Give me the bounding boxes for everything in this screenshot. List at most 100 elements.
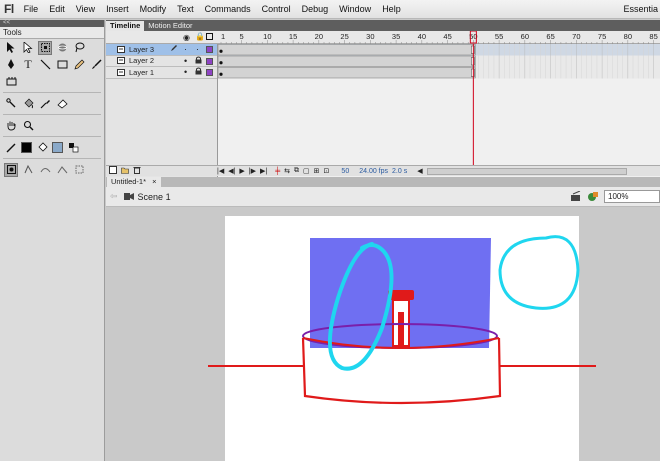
- rectangle-tool-icon[interactable]: [55, 58, 69, 72]
- frame-number-label: 20: [315, 32, 323, 41]
- layer-name[interactable]: Layer 1: [129, 68, 154, 77]
- menu-insert[interactable]: Insert: [106, 4, 129, 14]
- layer-outline-color[interactable]: [206, 69, 213, 76]
- elapsed-time[interactable]: 2.0 s: [392, 168, 407, 175]
- hand-tool-icon[interactable]: [4, 119, 18, 133]
- show-hide-all-icon[interactable]: ◉: [183, 33, 190, 42]
- frame-number-label: 70: [572, 32, 580, 41]
- edit-scene-icon[interactable]: [570, 190, 582, 204]
- current-frame[interactable]: 50: [341, 168, 349, 175]
- frame-rate[interactable]: 24.00 fps: [359, 168, 388, 175]
- delete-layer-icon[interactable]: [133, 166, 141, 176]
- modify-markers-icon[interactable]: ⊡: [324, 167, 330, 175]
- layer-name[interactable]: Layer 3: [129, 45, 154, 54]
- pencil-tool-icon[interactable]: [72, 58, 86, 72]
- document-title: Untitled-1*: [111, 177, 147, 186]
- edit-multiple-frames-icon[interactable]: ⊞: [314, 167, 320, 175]
- selection-tool-icon[interactable]: [4, 41, 18, 55]
- zoom-tool-icon[interactable]: [21, 119, 35, 133]
- lock-all-icon[interactable]: 🔒: [195, 32, 205, 41]
- step-forward-icon[interactable]: |▶: [249, 167, 256, 175]
- menu-help[interactable]: Help: [382, 4, 401, 14]
- menu-window[interactable]: Window: [339, 4, 371, 14]
- tools-collapse-button[interactable]: <<: [0, 20, 104, 27]
- snap-to-objects-icon[interactable]: [21, 163, 35, 177]
- menu-control[interactable]: Control: [262, 4, 291, 14]
- scene-label[interactable]: Scene 1: [138, 192, 171, 202]
- first-frame-icon[interactable]: |◀: [217, 167, 224, 175]
- paint-bucket-tool-icon[interactable]: [21, 97, 35, 111]
- frame-number-label: 60: [521, 32, 529, 41]
- bone-tool-icon[interactable]: [4, 97, 18, 111]
- lock-dot[interactable]: ·: [196, 45, 199, 54]
- new-folder-icon[interactable]: [121, 166, 129, 176]
- layer-row-3[interactable]: Layer 3 · ·: [106, 44, 217, 56]
- tab-motion-editor[interactable]: Motion Editor: [144, 21, 196, 31]
- layer-row-2[interactable]: Layer 2 •: [106, 56, 217, 67]
- menu-edit[interactable]: Edit: [49, 4, 65, 14]
- stroke-color-swatch[interactable]: [21, 142, 32, 153]
- free-transform-tool-icon[interactable]: [38, 40, 52, 55]
- transform-options-icon[interactable]: [72, 163, 86, 177]
- stroke-color-pencil-icon: [4, 141, 18, 155]
- edit-symbols-icon[interactable]: [587, 191, 599, 204]
- visibility-dot[interactable]: •: [184, 56, 187, 66]
- stage-artwork[interactable]: [106, 208, 660, 461]
- close-tab-icon[interactable]: ×: [152, 177, 156, 186]
- layer-outline-color[interactable]: [206, 46, 213, 53]
- swap-colors-icon[interactable]: [66, 141, 80, 155]
- back-arrow-icon[interactable]: ⇦: [110, 191, 118, 202]
- pen-tool-icon[interactable]: [4, 58, 18, 72]
- frame-ruler[interactable]: 1 5 10 15 20 25 30 35 40 45 50 55 60 65 70 75 80 85: [218, 31, 660, 44]
- fill-color-bucket-icon: [35, 141, 49, 155]
- layer-row-1[interactable]: Layer 1 •: [106, 67, 217, 79]
- last-frame-icon[interactable]: ▶|: [260, 167, 267, 175]
- text-tool-icon[interactable]: T: [21, 57, 35, 72]
- menu-view[interactable]: View: [76, 4, 95, 14]
- deco-tool-icon[interactable]: [4, 75, 18, 89]
- loop-icon[interactable]: ⇆: [284, 167, 290, 175]
- onion-outlines-icon[interactable]: ▢: [303, 167, 310, 175]
- layer-type-icon: [117, 68, 125, 76]
- object-drawing-icon[interactable]: [4, 162, 18, 177]
- subselection-tool-icon[interactable]: [21, 41, 35, 55]
- line-tool-icon[interactable]: [38, 58, 52, 72]
- timeline-scrollbar[interactable]: [426, 167, 627, 175]
- layer-outline-color[interactable]: [206, 57, 213, 65]
- eraser-tool-icon[interactable]: [55, 97, 69, 111]
- frame-grid[interactable]: [217, 44, 660, 184]
- menu-debug[interactable]: Debug: [302, 4, 329, 14]
- fill-color-swatch[interactable]: [52, 142, 63, 153]
- visibility-dot[interactable]: ·: [184, 45, 187, 54]
- tools-panel: << Tools T: [0, 20, 105, 461]
- frame-number-label: 55: [495, 32, 503, 41]
- eyedropper-tool-icon[interactable]: [38, 97, 52, 111]
- new-layer-icon[interactable]: [109, 166, 117, 176]
- tab-timeline[interactable]: Timeline: [106, 21, 145, 31]
- menu-commands[interactable]: Commands: [205, 4, 251, 14]
- layer-name[interactable]: Layer 2: [129, 56, 154, 65]
- lock-icon[interactable]: [195, 67, 202, 77]
- zoom-input[interactable]: 100%: [604, 190, 660, 203]
- play-icon[interactable]: ▶: [239, 167, 244, 175]
- lock-icon[interactable]: [195, 56, 202, 66]
- menu-file[interactable]: File: [24, 4, 39, 14]
- lasso-tool-icon[interactable]: [72, 41, 86, 55]
- timeline-scroll-left[interactable]: ◀: [417, 167, 422, 175]
- center-frame-icon[interactable]: ╪: [275, 168, 280, 175]
- cyan-loop-right: [498, 235, 580, 310]
- frame-cells[interactable]: [217, 44, 660, 165]
- menu-text[interactable]: Text: [177, 4, 194, 14]
- 3d-rotation-tool-icon[interactable]: [55, 41, 69, 55]
- document-tabs: Untitled-1* ×: [106, 177, 660, 187]
- document-tab[interactable]: Untitled-1* ×: [107, 177, 161, 187]
- menu-modify[interactable]: Modify: [140, 4, 167, 14]
- step-back-icon[interactable]: ◀|: [228, 167, 235, 175]
- visibility-dot[interactable]: •: [184, 68, 187, 77]
- outline-all-icon[interactable]: [206, 33, 213, 40]
- straighten-icon[interactable]: [55, 163, 69, 177]
- brush-tool-icon[interactable]: [89, 58, 103, 72]
- workspace-switcher[interactable]: Essentia: [623, 4, 658, 14]
- smooth-icon[interactable]: [38, 163, 52, 177]
- onion-skin-icon[interactable]: ⧉: [294, 167, 299, 175]
